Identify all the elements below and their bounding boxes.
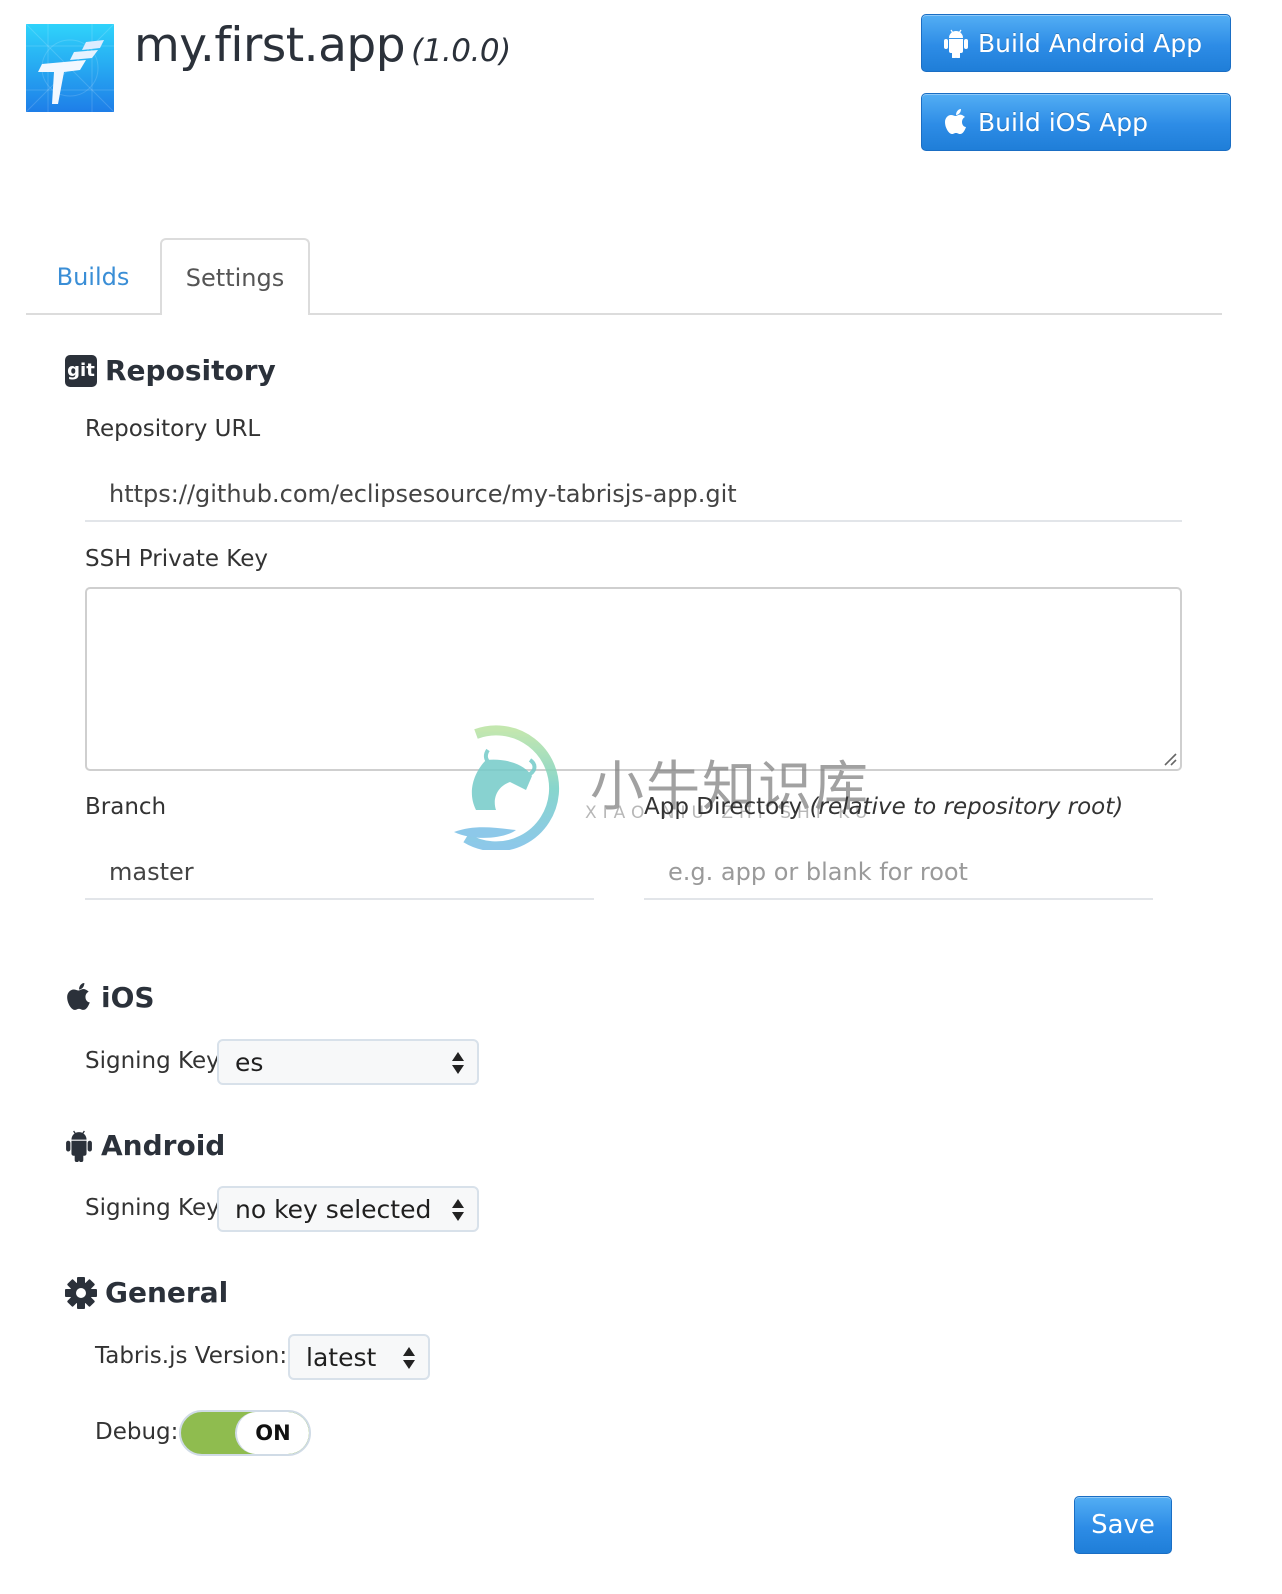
select-arrows-icon: [452, 1199, 464, 1221]
app-directory-input[interactable]: [644, 846, 1153, 900]
tabris-version-select[interactable]: latest: [288, 1334, 430, 1380]
git-icon: git: [65, 354, 97, 387]
watermark-logo-icon: [436, 720, 568, 852]
build-ios-label: Build iOS App: [978, 107, 1148, 137]
apple-icon: [65, 980, 93, 1014]
save-button[interactable]: Save: [1074, 1496, 1172, 1554]
build-android-label: Build Android App: [978, 28, 1203, 58]
repository-url-input[interactable]: [85, 468, 1182, 522]
android-signing-key-label: Signing Key: [85, 1195, 220, 1221]
app-icon: [26, 24, 114, 112]
resize-handle-icon[interactable]: [1162, 751, 1178, 767]
ios-heading: iOS: [65, 980, 155, 1014]
debug-toggle-state: ON: [235, 1412, 309, 1454]
app-version: (1.0.0): [411, 33, 511, 69]
app-directory-note: (relative to repository root): [809, 794, 1124, 820]
repository-heading-text: Repository: [105, 354, 276, 387]
app-directory-label: App Directory (relative to repository ro…: [644, 794, 1123, 820]
select-arrows-icon: [452, 1052, 464, 1074]
ios-heading-text: iOS: [101, 980, 155, 1014]
ios-signing-key-select[interactable]: es: [217, 1039, 479, 1085]
app-directory-label-text: App Directory: [644, 794, 803, 820]
tab-settings[interactable]: Settings: [160, 238, 310, 315]
general-heading-text: General: [105, 1276, 229, 1309]
android-heading-text: Android: [101, 1128, 226, 1162]
repository-heading: git Repository: [65, 354, 276, 387]
apple-icon: [942, 106, 970, 138]
branch-input[interactable]: [85, 846, 594, 900]
general-heading: General: [65, 1276, 228, 1309]
tabris-version-value: latest: [306, 1342, 377, 1372]
android-icon: [942, 27, 970, 59]
gear-icon: [65, 1276, 97, 1309]
branch-label: Branch: [85, 794, 167, 820]
debug-toggle[interactable]: ON: [179, 1410, 311, 1456]
ssh-key-label: SSH Private Key: [85, 546, 269, 572]
ios-signing-key-label: Signing Key: [85, 1048, 220, 1074]
android-signing-key-select[interactable]: no key selected: [217, 1186, 479, 1232]
select-arrows-icon: [403, 1347, 415, 1369]
app-name: my.first.app: [134, 18, 406, 73]
android-heading: Android: [65, 1128, 225, 1162]
tab-builds[interactable]: Builds: [26, 238, 160, 315]
debug-label: Debug:: [95, 1419, 179, 1445]
android-signing-key-value: no key selected: [235, 1194, 432, 1224]
tabris-version-label: Tabris.js Version:: [95, 1343, 288, 1369]
tabris-logo-icon: [26, 24, 114, 112]
ios-signing-key-value: es: [235, 1047, 264, 1077]
app-title: my.first.app (1.0.0): [134, 18, 511, 73]
build-ios-button[interactable]: Build iOS App: [921, 93, 1231, 151]
android-icon: [65, 1128, 93, 1162]
repository-url-label: Repository URL: [85, 416, 261, 442]
build-android-button[interactable]: Build Android App: [921, 14, 1231, 72]
